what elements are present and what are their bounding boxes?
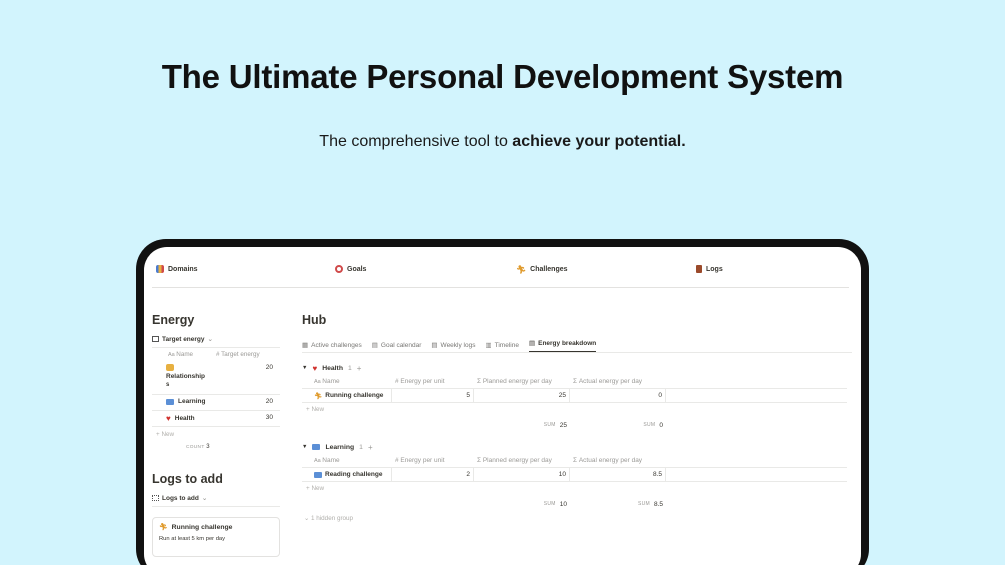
column-target-energy[interactable]: # Target energy xyxy=(212,351,260,358)
tab-goal-calendar[interactable]: ▤ Goal calendar xyxy=(372,338,422,352)
sum-row: SUM 10 SUM 8.5 xyxy=(543,500,663,508)
energy-heading: Energy xyxy=(152,313,195,327)
notion-screen: Domains Goals 🏃︎ Challenges Logs Energy … xyxy=(144,247,861,565)
hidden-group-toggle[interactable]: ⌄ 1 hidden group xyxy=(302,515,852,522)
left-column: Energy Target energy ⌄ Aa Name # Target … xyxy=(152,313,280,557)
group-learning[interactable]: ▼ Learning 1 + xyxy=(302,440,852,454)
table-icon: ▤ xyxy=(431,342,438,349)
nav-goals[interactable]: Goals xyxy=(335,265,366,273)
logs-view-tab[interactable]: Logs to add ⌄ xyxy=(152,494,280,502)
hub-tabs: ▦ Active challenges ▤ Goal calendar ▤ Weekl… xyxy=(302,338,852,352)
runner-icon: 🏃︎ xyxy=(314,392,323,400)
sum-row: SUM 25 SUM 0 xyxy=(543,421,663,429)
log-card[interactable]: 🏃︎ Running challenge Run at least 5 km p… xyxy=(152,517,280,557)
table-row[interactable]: Learning 20 xyxy=(152,395,280,411)
new-row-button[interactable]: + New xyxy=(302,403,847,416)
divider xyxy=(302,352,852,353)
count-footer: COUNT 3 xyxy=(186,444,210,450)
heart-icon: ♥ xyxy=(166,414,171,423)
chart-icon xyxy=(156,265,164,273)
triangle-down-icon: ▼ xyxy=(302,444,308,450)
health-table: Aa Name # Energy per unit Σ Planned ener… xyxy=(302,375,847,432)
hub-section: Hub ▦ Active challenges ▤ Goal calendar ▤ W… xyxy=(302,313,852,522)
chevron-down-icon: ⌄ xyxy=(201,495,208,502)
top-navigation: Domains Goals 🏃︎ Challenges Logs xyxy=(144,247,861,288)
column-name[interactable]: Aa Name xyxy=(152,351,212,358)
runner-icon: 🏃︎ xyxy=(159,524,168,531)
add-icon[interactable]: + xyxy=(357,364,362,373)
triangle-down-icon: ▼ xyxy=(302,365,308,371)
gallery-icon xyxy=(152,495,159,501)
tab-weekly-logs[interactable]: ▤ Weekly logs xyxy=(431,338,475,352)
new-row-button[interactable]: + New xyxy=(302,482,847,495)
target-icon xyxy=(335,265,343,273)
chevron-down-icon: ⌄ xyxy=(304,515,310,522)
heart-icon: ♥ xyxy=(312,363,318,373)
book-icon xyxy=(314,471,322,478)
tab-timeline[interactable]: ▥ Timeline xyxy=(485,338,518,352)
table-icon xyxy=(152,336,159,342)
energy-column-headers: Aa Name # Target energy xyxy=(152,348,280,361)
nav-challenges[interactable]: 🏃︎ Challenges xyxy=(516,265,568,274)
tab-active-challenges[interactable]: ▦ Active challenges xyxy=(302,338,362,352)
nav-divider xyxy=(152,287,849,288)
hub-heading: Hub xyxy=(302,313,327,327)
scroll-icon xyxy=(696,265,702,273)
nav-logs[interactable]: Logs xyxy=(696,265,723,273)
timeline-icon: ▥ xyxy=(485,342,492,349)
new-row-button[interactable]: + New xyxy=(152,427,280,442)
group-health[interactable]: ▼ ♥ Health 1 + xyxy=(302,361,852,375)
table-row[interactable]: ♥ Health 30 xyxy=(152,411,280,427)
table-row[interactable]: 🏃︎ Running challenge 5 25 0 xyxy=(302,389,847,403)
hero-title: The Ultimate Personal Development System xyxy=(161,58,844,95)
table-row[interactable]: Relationship s 20 xyxy=(152,361,280,395)
runner-icon: 🏃︎ xyxy=(516,265,527,274)
add-icon[interactable]: + xyxy=(368,443,373,452)
column-headers: Aa Name # Energy per unit Σ Planned ener… xyxy=(302,454,847,468)
nav-domains[interactable]: Domains xyxy=(156,265,198,273)
hero-subtitle: The comprehensive tool to achieve your p… xyxy=(319,133,686,150)
table-row[interactable]: Reading challenge 2 10 8.5 xyxy=(302,468,847,482)
divider xyxy=(152,506,280,507)
book-icon xyxy=(312,444,321,450)
chevron-down-icon: ⌄ xyxy=(207,336,213,343)
logs-heading: Logs to add xyxy=(152,472,223,486)
book-icon xyxy=(166,398,174,405)
learning-table: Aa Name # Energy per unit Σ Planned ener… xyxy=(302,454,847,511)
people-icon xyxy=(166,364,174,371)
calendar-icon: ▤ xyxy=(371,342,378,349)
table-icon: ▤ xyxy=(528,340,536,347)
tab-energy-breakdown[interactable]: ▤ Energy breakdown xyxy=(528,338,597,352)
gallery-icon: ▦ xyxy=(302,342,309,349)
column-headers: Aa Name # Energy per unit Σ Planned ener… xyxy=(302,375,847,389)
energy-view-tab[interactable]: Target energy ⌄ xyxy=(152,335,280,343)
